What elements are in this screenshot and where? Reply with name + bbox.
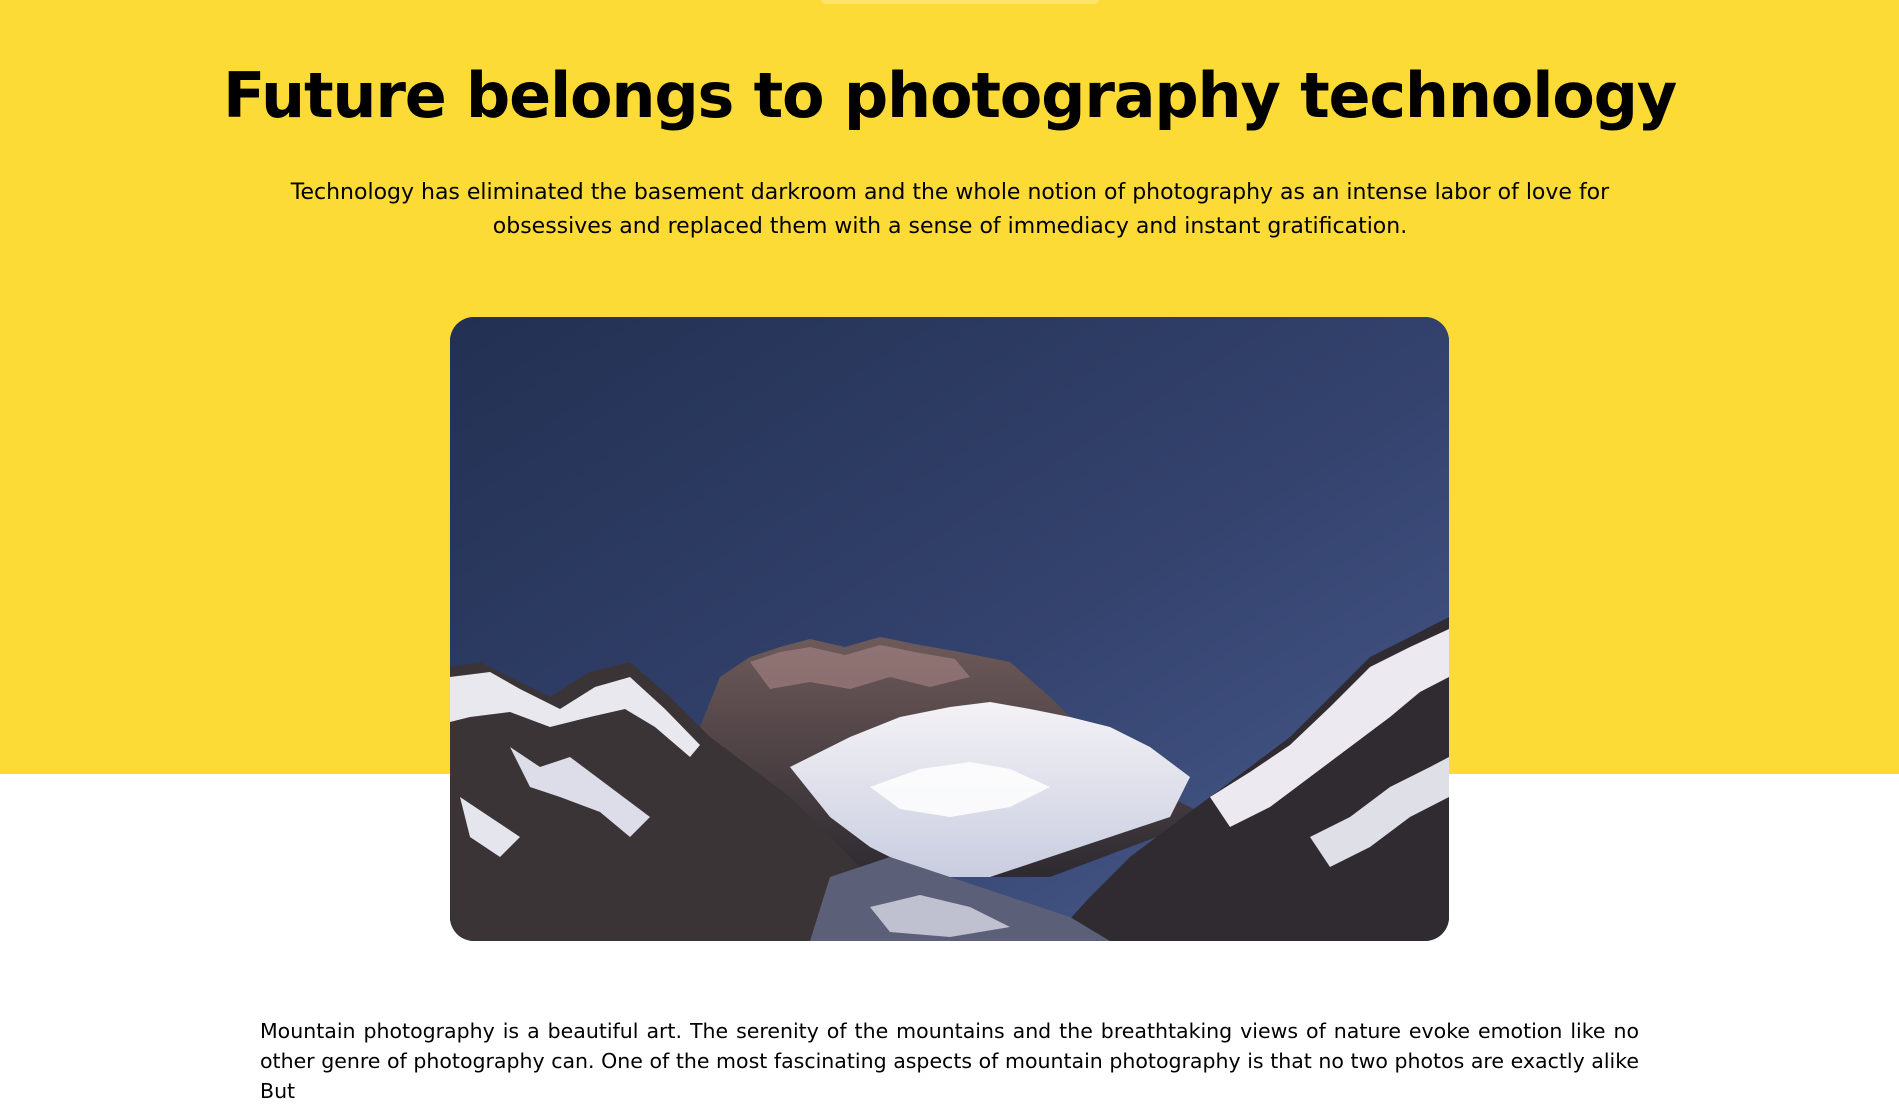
top-handle [820,0,1100,4]
hero-image [450,317,1449,941]
hero-lead-text: Technology has eliminated the basement d… [290,180,1610,239]
article-paragraph: Mountain photography is a beautiful art.… [260,1019,1639,1103]
mountain-photo-icon [450,317,1449,941]
page-title: Future belongs to photography technology [222,59,1677,132]
